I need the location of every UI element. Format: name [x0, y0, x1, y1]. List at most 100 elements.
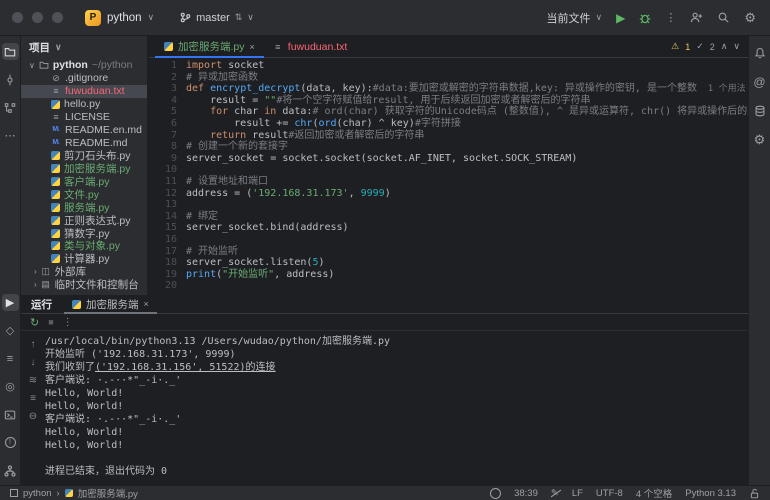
python-packages-tool-button[interactable]: ≡	[2, 350, 19, 367]
line-number: 12	[149, 188, 177, 200]
tree-item[interactable]: hello.py	[21, 98, 147, 111]
notifications-tool-button[interactable]	[751, 44, 768, 61]
python-console-tool-button[interactable]: ◎	[2, 378, 19, 395]
commit-tool-button[interactable]	[2, 71, 19, 88]
run-panel-title[interactable]: 运行	[21, 297, 64, 312]
code-editor[interactable]: 1234567891011121314151617181920 import s…	[149, 58, 748, 292]
problems-tool-button[interactable]: !	[2, 434, 19, 451]
console-line	[45, 452, 748, 465]
read-only-toggle-icon[interactable]: ✎	[551, 488, 559, 499]
clear-console-button[interactable]: ⊖	[29, 411, 37, 422]
tree-item[interactable]: ≡LICENSE	[21, 111, 147, 124]
run-tab-label: 加密服务端	[86, 297, 139, 312]
console-settings-button[interactable]: ≡	[30, 393, 36, 404]
code-line: import socket	[186, 60, 748, 72]
tree-item[interactable]: M↓README.en.md	[21, 123, 147, 136]
chevron-down-icon: ∨	[247, 12, 254, 23]
code-line: # 开始监听	[186, 246, 748, 258]
code-lines: import socket# 异或加密函数def encrypt_decrypt…	[186, 60, 748, 292]
more-tools-button[interactable]: ⋯	[2, 127, 19, 144]
run-tool-button[interactable]: ▶	[2, 294, 19, 311]
chevron-right-icon[interactable]: ›	[34, 267, 37, 276]
python-file-icon	[51, 203, 60, 212]
debug-button[interactable]	[639, 12, 651, 24]
root-folder-path: ~/python	[92, 59, 133, 71]
editor-tab[interactable]: ≡fuwuduan.txt	[264, 36, 357, 57]
editor-tab[interactable]: 加密服务端.py×	[155, 36, 264, 57]
breadcrumb: python › 加密服务端.py	[10, 486, 138, 500]
more-options-button[interactable]: ⋮	[63, 317, 73, 328]
status-bar: python › 加密服务端.py 38:39 ✎ LF UTF-8 4 个空格…	[0, 485, 770, 500]
background-tasks-icon[interactable]	[490, 488, 501, 499]
database-tool-button[interactable]	[751, 102, 768, 119]
version-control-tool-button[interactable]	[2, 462, 19, 479]
tree-item-label: README.md	[65, 137, 127, 149]
ai-assistant-tool-button[interactable]: @	[751, 73, 768, 90]
code-line: address = ('192.168.31.173', 9999)	[186, 188, 748, 200]
python-file-icon	[51, 100, 60, 109]
indent-setting[interactable]: 4 个空格	[636, 486, 672, 500]
soft-wrap-button[interactable]: ≋	[29, 375, 37, 386]
stop-button[interactable]: ■	[48, 317, 53, 327]
more-actions-button[interactable]: ⋮	[665, 11, 676, 24]
console-line: Hello, World!	[45, 439, 748, 452]
line-number: 16	[149, 234, 177, 246]
line-number: 6	[149, 118, 177, 130]
chevron-down-icon[interactable]: ∨	[29, 61, 35, 70]
caret-position[interactable]: 38:39	[514, 488, 538, 499]
line-separator[interactable]: LF	[572, 488, 583, 499]
code-with-me-button[interactable]	[690, 11, 703, 24]
services-tool-button[interactable]: ◇	[2, 322, 19, 339]
line-number: 5	[149, 106, 177, 118]
prev-problem-button[interactable]: ∧	[721, 41, 728, 52]
breadcrumb-project[interactable]: python	[23, 488, 52, 499]
plugins-tool-button[interactable]: ⚙	[751, 131, 768, 148]
python-file-icon	[65, 489, 73, 497]
run-config-selector[interactable]: 当前文件 ∨	[547, 10, 603, 26]
close-icon[interactable]: ×	[144, 299, 149, 309]
console-output[interactable]: /usr/local/bin/python3.13 /Users/wudao/p…	[45, 331, 748, 478]
console-line: Hello, World!	[45, 387, 748, 400]
module-icon	[10, 489, 18, 497]
line-number: 13	[149, 199, 177, 211]
line-number: 11	[149, 176, 177, 188]
code-line: print("开始监听", address)	[186, 269, 748, 281]
terminal-tool-button[interactable]	[2, 406, 19, 423]
tree-root-row[interactable]: ∨ python ~/python	[21, 59, 147, 72]
tree-item[interactable]: ›▤临时文件和控制台	[21, 278, 147, 291]
zoom-window-button[interactable]	[52, 12, 63, 23]
python-file-icon	[72, 300, 81, 309]
next-problem-button[interactable]: ∨	[733, 41, 740, 52]
code-line	[186, 234, 748, 246]
tree-item-label: LICENSE	[65, 111, 110, 123]
chevron-right-icon[interactable]: ›	[34, 280, 37, 289]
close-icon[interactable]: ×	[250, 42, 255, 52]
tree-item[interactable]: ⊘.gitignore	[21, 72, 147, 85]
inspection-widget[interactable]: ⚠1 ✓2 ∧ ∨	[671, 41, 740, 52]
project-widget[interactable]: P python ∨	[79, 7, 160, 29]
run-button[interactable]: ▶	[616, 11, 625, 25]
branch-name: master	[196, 12, 230, 24]
unlock-icon[interactable]	[749, 488, 760, 499]
scroll-down-button[interactable]: ↓	[31, 357, 36, 368]
tree-item-label: fuwuduan.txt	[65, 85, 125, 97]
minimize-window-button[interactable]	[32, 12, 43, 23]
structure-tool-button[interactable]	[2, 99, 19, 116]
project-tool-button[interactable]	[2, 43, 19, 60]
line-number: 10	[149, 164, 177, 176]
file-encoding[interactable]: UTF-8	[596, 488, 623, 499]
project-panel-header[interactable]: 项目 ∨	[21, 36, 147, 59]
code-line	[186, 280, 748, 292]
md-file-icon: M↓	[51, 125, 61, 135]
search-everywhere-button[interactable]	[717, 11, 730, 24]
close-window-button[interactable]	[12, 12, 23, 23]
scroll-up-button[interactable]: ↑	[31, 339, 36, 350]
rerun-button[interactable]: ↻	[30, 316, 39, 329]
breadcrumb-file[interactable]: 加密服务端.py	[78, 486, 138, 500]
python-interpreter[interactable]: Python 3.13	[685, 488, 736, 499]
code-line: # 绑定	[186, 211, 748, 223]
branch-widget[interactable]: master ⇅ ∨	[174, 9, 260, 27]
tree-item[interactable]: ≡fuwuduan.txt	[21, 85, 147, 98]
settings-gear-icon[interactable]: ⚙	[744, 10, 756, 26]
run-tab[interactable]: 加密服务端 ×	[64, 295, 157, 313]
